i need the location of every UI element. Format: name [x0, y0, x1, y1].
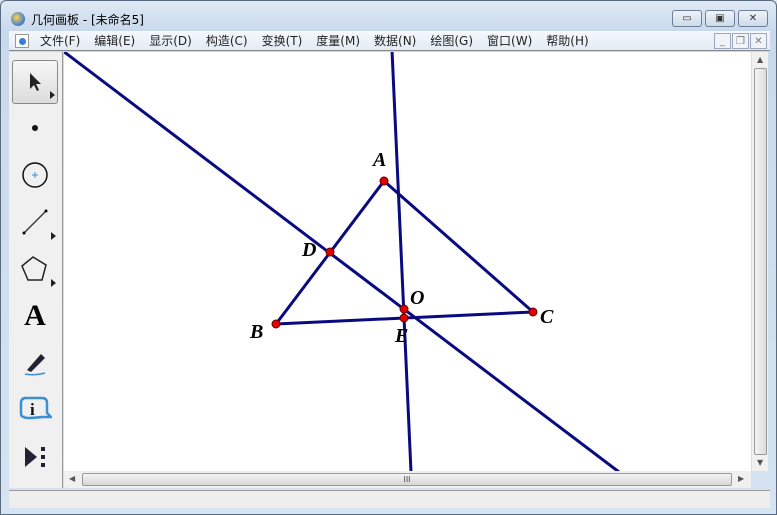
label-d[interactable]: D: [302, 239, 316, 262]
menu-file[interactable]: 文件(F): [33, 32, 87, 49]
app-icon: [11, 12, 25, 26]
sketch-canvas[interactable]: A B C D O E: [64, 52, 751, 471]
horizontal-scroll-thumb[interactable]: III: [82, 473, 732, 486]
marker-pen-icon: [24, 354, 46, 376]
point-b[interactable]: [271, 319, 281, 329]
menu-bar: 文件(F) 编辑(E) 显示(D) 构造(C) 变换(T) 度量(M) 数据(N…: [9, 31, 770, 51]
menu-data[interactable]: 数据(N): [367, 32, 423, 49]
menu-edit[interactable]: 编辑(E): [87, 32, 142, 49]
vertical-scroll-thumb[interactable]: [754, 68, 767, 455]
scroll-up-arrow[interactable]: ▲: [757, 55, 763, 64]
circle-icon: [22, 162, 48, 188]
point-icon: [32, 125, 38, 131]
status-bar: [9, 490, 770, 508]
point-c[interactable]: [528, 307, 538, 317]
compass-tool[interactable]: [12, 153, 58, 197]
segment-ac[interactable]: [383, 179, 534, 314]
segment-icon: [22, 209, 48, 235]
play-more-icon: [25, 447, 45, 467]
straightedge-tool[interactable]: [12, 200, 58, 244]
title-bar: 几何画板 - [未命名5]: [11, 9, 144, 29]
maximize-button[interactable]: ▣: [705, 10, 735, 27]
point-o[interactable]: [399, 304, 409, 314]
info-bubble-icon: i: [19, 396, 52, 420]
scroll-down-arrow[interactable]: ▼: [757, 458, 763, 467]
arrow-select-tool[interactable]: [12, 60, 58, 104]
menu-window[interactable]: 窗口(W): [480, 32, 539, 49]
scroll-grip: III: [403, 475, 411, 484]
point-d[interactable]: [325, 247, 335, 257]
app-window: 几何画板 - [未命名5] ▭ ▣ ✕ 文件(F) 编辑(E) 显示(D) 构造…: [0, 0, 777, 515]
line-through-o[interactable]: [390, 52, 413, 471]
point-a[interactable]: [379, 176, 389, 186]
label-o[interactable]: O: [410, 287, 424, 310]
document-icon[interactable]: [15, 33, 29, 48]
doc-minimize-button[interactable]: _: [714, 33, 731, 49]
svg-text:i: i: [30, 400, 35, 419]
label-b[interactable]: B: [250, 321, 263, 344]
window-title: 几何画板 - [未命名5]: [31, 12, 144, 27]
doc-restore-button[interactable]: ❐: [732, 33, 749, 49]
menu-transform[interactable]: 变换(T): [255, 32, 310, 49]
menu-graph[interactable]: 绘图(G): [423, 32, 480, 49]
menu-construct[interactable]: 构造(C): [199, 32, 255, 49]
custom-tool[interactable]: [12, 435, 58, 479]
text-tool[interactable]: A: [12, 294, 58, 338]
scroll-right-arrow[interactable]: ▶: [738, 474, 744, 483]
line-through-d[interactable]: [64, 52, 620, 471]
pentagon-icon: [21, 256, 47, 281]
label-c[interactable]: C: [540, 306, 553, 329]
toolbox: A i: [9, 52, 63, 488]
vertical-scrollbar[interactable]: ▲ ▼: [751, 52, 768, 471]
menu-help[interactable]: 帮助(H): [539, 32, 595, 49]
minimize-button[interactable]: ▭: [672, 10, 702, 27]
label-e[interactable]: E: [395, 325, 408, 348]
point-e[interactable]: [399, 313, 409, 323]
polygon-tool[interactable]: [12, 247, 58, 291]
information-tool[interactable]: i: [12, 388, 58, 432]
horizontal-scrollbar[interactable]: ◀ III ▶: [64, 471, 751, 488]
scroll-left-arrow[interactable]: ◀: [69, 474, 75, 483]
arrow-icon: [30, 73, 41, 91]
doc-close-button[interactable]: ✕: [750, 33, 767, 49]
close-button[interactable]: ✕: [738, 10, 768, 27]
text-a-icon: A: [24, 299, 46, 332]
point-tool[interactable]: [12, 106, 58, 150]
label-a[interactable]: A: [373, 149, 386, 172]
marker-tool[interactable]: [12, 341, 58, 385]
menu-display[interactable]: 显示(D): [142, 32, 199, 49]
geometry-figure: [64, 52, 620, 471]
menu-measure[interactable]: 度量(M): [309, 32, 367, 49]
